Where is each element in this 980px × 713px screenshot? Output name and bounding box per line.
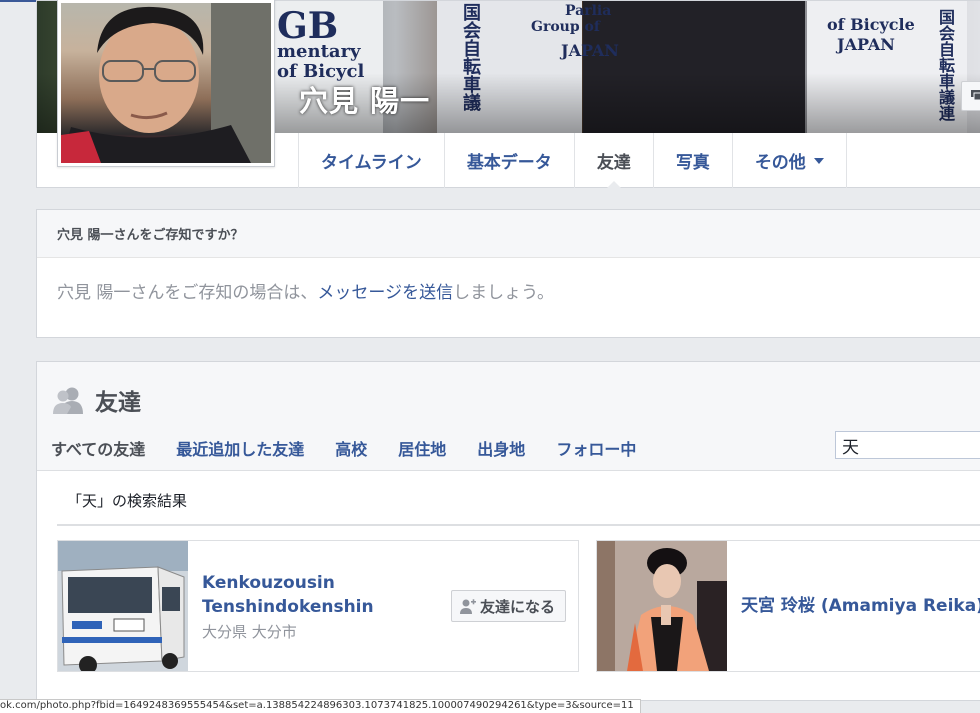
know-heading: 穴見 陽一さんをご存知ですか？: [37, 210, 980, 258]
cover-text: Group of: [531, 19, 600, 35]
tab-friends[interactable]: 友達: [573, 133, 653, 189]
bus-photo: [58, 541, 188, 671]
profile-picture[interactable]: [57, 0, 275, 167]
tab-more[interactable]: その他: [731, 133, 847, 188]
friends-heading[interactable]: 友達: [95, 383, 141, 417]
tab-more-label: その他: [754, 153, 806, 173]
friends-header: 友達 すべての友達 最近追加した友達 高校 居住地 出身地 フォロー中: [37, 362, 980, 471]
know-body: 穴見 陽一さんをご存知の場合は、メッセージを送信しましょう。: [37, 258, 980, 323]
message-button[interactable]: [961, 81, 980, 111]
cover-text: JAPAN: [561, 41, 619, 60]
profile-tabs: タイムライン 基本データ 友達 写真 その他: [298, 133, 847, 189]
cover-text: of Bicycle: [827, 15, 915, 34]
message-icon: [971, 90, 980, 101]
friends-tab-following[interactable]: フォロー中: [556, 436, 636, 460]
friends-search-input[interactable]: [835, 431, 980, 459]
divider: [57, 524, 980, 526]
profile-name[interactable]: 穴見 陽一: [299, 78, 430, 120]
add-friend-icon: [459, 599, 476, 614]
person-illustration: [61, 3, 271, 163]
friends-tab-hometown[interactable]: 出身地: [477, 436, 525, 460]
friends-title: 友達: [53, 383, 141, 417]
know-card: 穴見 陽一さんをご存知ですか？ 穴見 陽一さんをご存知の場合は、メッセージを送信…: [36, 209, 980, 338]
friends-tabs: すべての友達 最近追加した友達 高校 居住地 出身地 フォロー中: [51, 436, 667, 460]
know-body-suffix: しましょう。: [453, 283, 555, 303]
friend-location: 大分県 大分市: [202, 623, 297, 641]
friend-name-line2[interactable]: Tenshindokenshin: [202, 595, 374, 619]
friend-name-line1[interactable]: Kenkouzousin: [202, 571, 335, 595]
cover-text: mentary: [277, 41, 361, 62]
search-results-label: 「天」の検索結果: [67, 492, 188, 510]
person-photo: [597, 541, 727, 671]
cover-text: JAPAN: [837, 35, 895, 54]
tab-photos[interactable]: 写真: [652, 133, 732, 188]
friend-thumbnail[interactable]: [597, 541, 727, 671]
tab-timeline[interactable]: タイムライン: [298, 133, 444, 188]
add-friend-label: 友達になる: [479, 597, 555, 616]
add-friend-button[interactable]: 友達になる: [450, 590, 566, 622]
friends-icon: [53, 387, 83, 414]
friends-tab-recent[interactable]: 最近追加した友達: [176, 436, 304, 460]
know-body-prefix: 穴見 陽一さんをご存知の場合は、: [57, 283, 318, 303]
cover-text: Parlia: [565, 3, 612, 19]
friend-thumbnail[interactable]: [58, 541, 188, 671]
friends-tab-current-city[interactable]: 居住地: [398, 436, 446, 460]
profile-header: GB mentary of Bicycl Parlia Group of JAP…: [36, 0, 980, 189]
tab-about[interactable]: 基本データ: [443, 133, 574, 188]
friend-result-card: Kenkouzousin Tenshindokenshin 大分県 大分市 友達…: [57, 540, 579, 672]
friends-tab-highschool[interactable]: 高校: [335, 436, 367, 460]
friends-section: 友達 すべての友達 最近追加した友達 高校 居住地 出身地 フォロー中 「天」の…: [36, 361, 980, 701]
caret-down-icon: [813, 157, 824, 164]
send-message-link[interactable]: メッセージを送信: [317, 283, 453, 303]
friend-name[interactable]: 天宮 玲桜 (Amamiya Reika): [741, 594, 980, 618]
friend-result-card: 天宮 玲桜 (Amamiya Reika): [596, 540, 980, 672]
status-bar-url: ok.com/photo.php?fbid=1649248369555454&s…: [0, 699, 641, 713]
friends-tab-all[interactable]: すべての友達: [51, 436, 145, 460]
profile-photo: [61, 3, 271, 163]
